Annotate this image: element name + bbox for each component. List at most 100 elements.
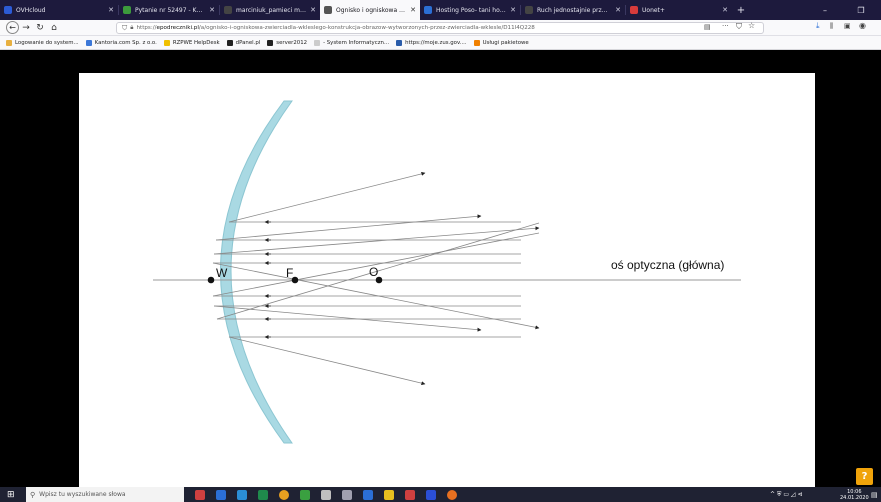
tab-favicon-icon <box>4 6 12 14</box>
taskbar-app-icon[interactable] <box>426 490 436 500</box>
vertex-label: W <box>216 266 228 280</box>
bookmark-star-icon[interactable]: ☆ <box>748 21 755 30</box>
diagram-canvas: W F O oś optyczna (główna) <box>79 73 815 487</box>
close-icon[interactable]: ✕ <box>510 6 516 14</box>
bookmark-label: https://moje.zus.gov.... <box>405 39 467 46</box>
bookmark-item[interactable]: server2012 <box>267 39 308 46</box>
forward-arrow-icon[interactable]: → <box>19 21 33 35</box>
tab-ovhcloud[interactable]: OVHcloud ✕ <box>0 0 118 20</box>
new-tab-button[interactable]: + <box>732 0 750 20</box>
help-button[interactable]: ? <box>856 468 873 485</box>
optical-axis-label: oś optyczna (główna) <box>611 258 724 272</box>
tab-bar: OVHcloud ✕ Pytanie nr 52497 - Kwalifikac… <box>0 0 881 20</box>
firefox-icon[interactable] <box>279 490 289 500</box>
reader-view-icon[interactable]: ▤ <box>704 23 711 31</box>
tab-favicon-icon <box>324 6 332 14</box>
bookmark-favicon-icon <box>226 39 233 46</box>
vertex-point <box>207 276 215 284</box>
tab-label: Uonet+ <box>642 6 665 14</box>
bookmark-label: Usługi pakietowe <box>482 39 529 46</box>
bookmark-item[interactable]: dPanel.pl <box>226 39 261 46</box>
tab-favicon-icon <box>224 6 232 14</box>
url-prefix: https:// <box>136 25 157 31</box>
minimize-icon[interactable]: – <box>814 0 836 20</box>
bookmark-label: Logowanie do system... <box>15 39 79 46</box>
taskbar-app-icon[interactable] <box>405 490 415 500</box>
library-icon[interactable]: ⫼ <box>830 22 833 31</box>
close-icon[interactable]: ✕ <box>615 6 621 14</box>
account-icon[interactable]: ◉ <box>859 21 866 30</box>
tab-label: marciniuk_pamieci masowe.pdf <box>236 6 306 14</box>
focus-label: F <box>286 266 293 280</box>
taskbar-app-icon[interactable] <box>321 490 331 500</box>
tab-ruch[interactable]: Ruch jednostajnie przyspieszo ✕ <box>521 0 625 20</box>
close-icon[interactable]: ✕ <box>722 6 728 14</box>
download-icon[interactable]: ⤓ <box>816 21 820 31</box>
taskbar-app-icon[interactable] <box>237 490 247 500</box>
bookmark-favicon-icon <box>267 39 274 46</box>
tab-ognisko-active[interactable]: Ognisko i ogniskowa zwierciadl ✕ <box>320 0 420 20</box>
taskbar-search-box[interactable]: ⚲ Wpisz tu wyszukiwane słowa <box>26 487 184 502</box>
tab-label: Hosting Poso- tani hosting w <box>436 6 506 14</box>
url-bar[interactable]: ⛉ 🔒︎ https://epodreczniki.pl/a/ognisko-i… <box>116 22 764 34</box>
clock[interactable]: 10:06 24.01.2020 <box>840 487 869 502</box>
taskbar-app-icon[interactable] <box>258 490 268 500</box>
close-icon[interactable]: ✕ <box>209 6 215 14</box>
url-path: /a/ognisko-i-ogniskowa-zwierciadla-wkles… <box>198 25 535 31</box>
taskbar-app-icon[interactable] <box>342 490 352 500</box>
bookmark-favicon-icon <box>314 39 321 46</box>
tray-icons[interactable]: ^ ⛨ ▭ ◿ ⊲ <box>770 487 802 502</box>
taskbar-app-icon[interactable] <box>216 490 226 500</box>
search-icon: ⚲ <box>30 490 36 499</box>
back-arrow-icon[interactable]: ← <box>6 21 19 34</box>
tab-label: Ognisko i ogniskowa zwierciadl <box>336 6 406 14</box>
lock-icon[interactable]: 🔒︎ <box>130 24 133 32</box>
close-icon[interactable]: ✕ <box>310 6 316 14</box>
bookmark-item[interactable]: Usługi pakietowe <box>473 39 529 46</box>
bookmark-favicon-icon <box>473 39 480 46</box>
windows-taskbar: ⊞ ⚲ Wpisz tu wyszukiwane słowa ^ ⛨ ▭ ◿ ⊲… <box>0 487 881 502</box>
bookmark-label: Kantoria.com Sp. z o.o. <box>94 39 157 46</box>
reload-icon[interactable]: ↻ <box>33 21 47 35</box>
bookmark-label: dPanel.pl <box>235 39 261 46</box>
home-icon[interactable]: ⌂ <box>47 21 61 35</box>
sidebar-icon[interactable]: ▣ <box>844 22 851 30</box>
bookmarks-toolbar: Logowanie do system... Kantoria.com Sp. … <box>0 36 881 50</box>
bookmark-item[interactable]: - System Informatyczn... <box>314 39 390 46</box>
pocket-icon[interactable]: ⛉ <box>736 22 742 32</box>
tab-favicon-icon <box>123 6 131 14</box>
taskbar-app-icon[interactable] <box>300 490 310 500</box>
close-icon[interactable]: ✕ <box>108 6 114 14</box>
bookmark-favicon-icon <box>396 39 403 46</box>
concave-mirror-diagram: W F O oś optyczna (główna) <box>153 100 741 444</box>
bookmark-item[interactable]: Logowanie do system... <box>6 39 79 46</box>
tab-label: Ruch jednostajnie przyspieszo <box>537 6 611 14</box>
taskbar-app-icon[interactable] <box>195 490 205 500</box>
bookmark-label: RZPWE HelpDesk <box>172 39 220 46</box>
tab-hosting[interactable]: Hosting Poso- tani hosting w ✕ <box>420 0 520 20</box>
folder-icon[interactable] <box>384 490 394 500</box>
bookmark-label: - System Informatyczn... <box>323 39 390 46</box>
page-actions-icon[interactable]: ··· <box>722 22 729 30</box>
bookmark-item[interactable]: Kantoria.com Sp. z o.o. <box>85 39 157 46</box>
bookmark-favicon-icon <box>6 39 12 46</box>
tab-uonet[interactable]: Uonet+ ✕ <box>626 0 732 20</box>
taskbar-app-icon[interactable] <box>363 490 373 500</box>
notification-icon[interactable]: ▤ <box>871 487 878 502</box>
search-placeholder: Wpisz tu wyszukiwane słowa <box>39 491 126 498</box>
close-icon[interactable]: ✕ <box>410 6 416 14</box>
windows-start-icon[interactable]: ⊞ <box>7 490 15 500</box>
restore-window-icon[interactable]: ❐ <box>850 0 872 20</box>
tab-pdf[interactable]: marciniuk_pamieci masowe.pdf ✕ <box>220 0 320 20</box>
bookmark-label: server2012 <box>276 39 308 46</box>
tab-favicon-icon <box>424 6 432 14</box>
clock-date: 24.01.2020 <box>840 494 869 501</box>
tab-pytanie[interactable]: Pytanie nr 52497 - Kwalifikacje ✕ <box>119 0 219 20</box>
tab-label: OVHcloud <box>16 6 46 14</box>
tab-favicon-icon <box>630 6 638 14</box>
bookmark-item[interactable]: RZPWE HelpDesk <box>163 39 220 46</box>
bookmark-item[interactable]: https://moje.zus.gov.... <box>396 39 467 46</box>
bookmark-favicon-icon <box>163 39 170 46</box>
taskbar-app-icon[interactable] <box>447 490 457 500</box>
tracking-shield-icon[interactable]: ⛉ <box>122 24 127 33</box>
